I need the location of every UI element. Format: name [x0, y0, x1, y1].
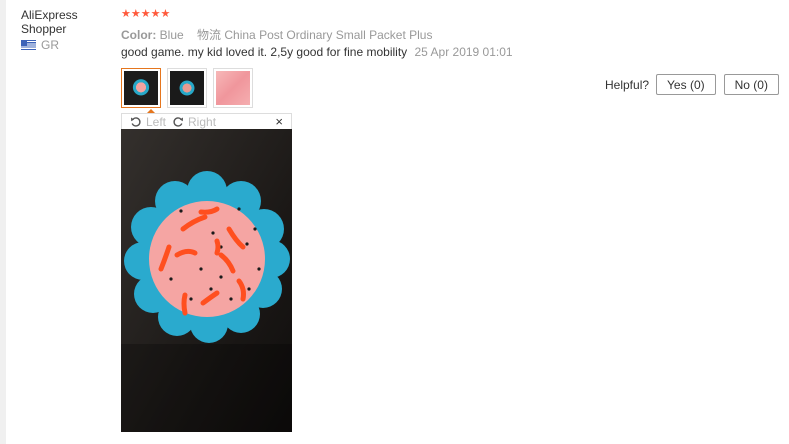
rotate-left-label: Left	[146, 114, 167, 129]
review-text: good game. my kid loved it. 2,5y good fo…	[121, 45, 408, 59]
rotate-right-icon	[173, 116, 184, 127]
photo-thumbnails	[121, 68, 253, 108]
country-code: GR	[41, 38, 59, 52]
order-attributes: Color: Blue 物流 China Post Ordinary Small…	[121, 26, 432, 43]
thumbnail-1[interactable]	[121, 68, 161, 108]
thumbnail-image	[216, 71, 250, 105]
review-photo	[121, 129, 292, 432]
color-value: Blue	[159, 28, 184, 42]
image-viewer-toolbar: Left Right ×	[121, 113, 292, 129]
thumbnail-image	[170, 71, 204, 105]
reviewer-info: AliExpress Shopper GR	[21, 8, 111, 52]
thumbnail-3[interactable]	[213, 68, 253, 108]
star-rating: ★★★★★	[121, 8, 171, 20]
review-feedback: good game. my kid loved it. 2,5y good fo…	[121, 45, 513, 59]
helpful-no-button[interactable]: No (0)	[723, 74, 779, 95]
left-border	[0, 0, 6, 444]
logistics-info: 物流 China Post Ordinary Small Packet Plus	[197, 28, 433, 42]
thumbnail-2[interactable]	[167, 68, 207, 108]
rotate-right-label: Right	[188, 114, 217, 129]
helpful-vote: Helpful? Yes (0) No (0)	[605, 74, 787, 95]
reviewer-country: GR	[21, 38, 111, 52]
reviewer-name: AliExpress Shopper	[21, 8, 78, 36]
review-photo-image	[121, 129, 292, 432]
helpful-yes-button[interactable]: Yes (0)	[656, 74, 716, 95]
review-date: 25 Apr 2019 01:01	[414, 45, 513, 59]
thumbnail-image	[124, 71, 158, 105]
rotate-left-icon	[131, 116, 141, 127]
color-label: Color:	[121, 28, 157, 42]
rotate-right-button[interactable]: Right	[172, 115, 216, 129]
greece-flag-icon	[21, 40, 36, 50]
rotate-left-button[interactable]: Left	[130, 115, 166, 129]
close-viewer-button[interactable]: ×	[275, 114, 283, 129]
helpful-label: Helpful?	[605, 77, 650, 92]
